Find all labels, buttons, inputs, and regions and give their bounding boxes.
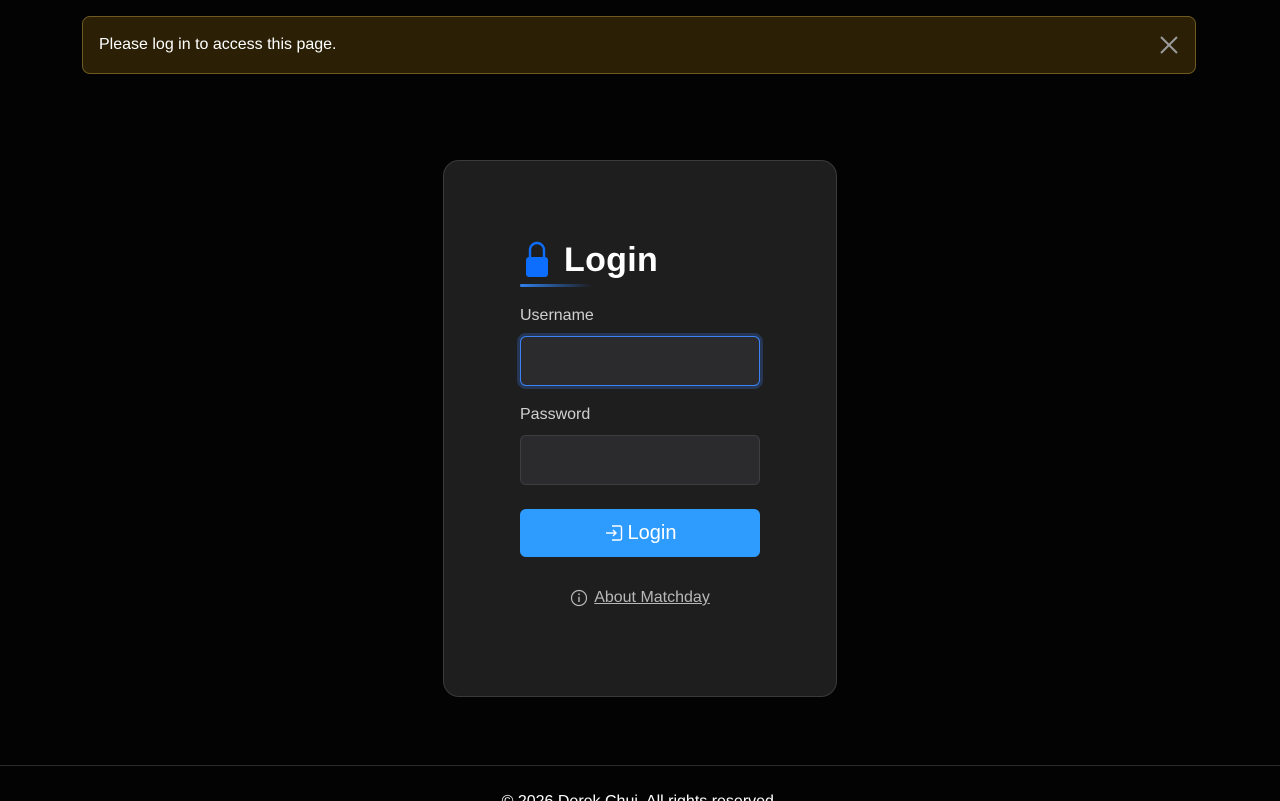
username-label: Username: [520, 307, 594, 324]
close-icon[interactable]: [1159, 35, 1179, 55]
about-link[interactable]: About Matchday: [570, 589, 710, 607]
about-link-label: About Matchday: [594, 589, 710, 606]
info-icon: [570, 589, 588, 607]
footer: © 2026 Derek Chui. All rights reserved.: [0, 765, 1280, 801]
login-button-label: Login: [627, 521, 677, 544]
password-label: Password: [520, 406, 591, 423]
page-title: Login: [520, 237, 760, 283]
username-input[interactable]: [520, 336, 760, 386]
password-input[interactable]: [520, 435, 760, 485]
login-card: Login Username Password Login About Matc…: [443, 160, 837, 697]
lock-icon: [524, 240, 560, 280]
login-form: Login Username Password Login About Matc…: [520, 237, 760, 607]
login-button[interactable]: Login: [520, 509, 760, 557]
flash-alert: Please log in to access this page.: [82, 16, 1196, 74]
title-underline: [520, 284, 592, 287]
alert-message: Please log in to access this page.: [99, 36, 337, 53]
about-row: About Matchday: [520, 589, 760, 607]
sign-in-icon: [604, 523, 624, 543]
login-title: Login: [564, 240, 659, 279]
